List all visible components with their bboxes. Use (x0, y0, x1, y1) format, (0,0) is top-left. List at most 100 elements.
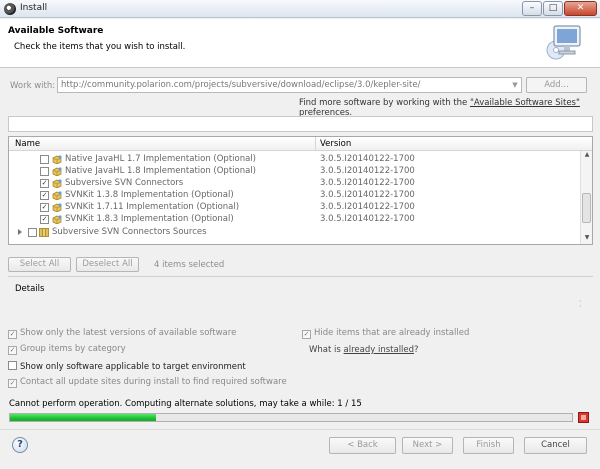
table-header: Name Version (9, 137, 592, 151)
wizard-banner: Available Software Check the items that … (0, 19, 600, 68)
column-divider (315, 137, 316, 151)
table-row[interactable]: ✓ Subversive SVN Connectors 3.0.5.I2014012… (9, 177, 580, 189)
row-version: 3.0.5.I20140122-1700 (320, 154, 415, 164)
applicable-only-label: Show only software applicable to target … (20, 362, 246, 372)
applicable-only-option[interactable]: Show only software applicable to target … (8, 361, 246, 373)
status-message: Cannot perform operation. Computing alte… (9, 399, 362, 409)
table-row[interactable]: Native JavaHL 1.8 Implementation (Option… (9, 165, 580, 177)
find-more-text: Find more software by working with the "… (299, 98, 600, 118)
details-area (8, 296, 593, 320)
maximize-icon: □ (548, 3, 558, 13)
title-bar (0, 0, 600, 18)
hide-installed-label: Hide items that are already installed (314, 328, 470, 338)
row-version: 3.0.5.I20140122-1700 (320, 166, 415, 176)
scroll-up-icon[interactable]: ▲ (581, 151, 592, 161)
scroll-down-icon[interactable]: ▼ (581, 234, 592, 244)
category-icon (39, 228, 49, 237)
row-version: 3.0.5.I20140122-1700 (320, 214, 415, 224)
progress-fill (10, 414, 157, 421)
find-more-prefix: Find more software by working with the (299, 98, 470, 108)
group-by-category-option[interactable]: ✓ Group items by category (8, 344, 126, 356)
add-site-button[interactable]: Add... (526, 77, 587, 93)
group-by-category-label: Group items by category (20, 344, 126, 354)
minimize-icon: – (529, 3, 535, 13)
what-installed-prefix: What is (309, 345, 344, 355)
plugin-icon (52, 191, 62, 200)
items-selected-count: 4 items selected (154, 260, 225, 270)
column-version-header[interactable]: Version (320, 139, 351, 149)
row-name: Native JavaHL 1.7 Implementation (Option… (65, 154, 256, 164)
table-row[interactable]: Native JavaHL 1.7 Implementation (Option… (9, 153, 580, 165)
row-version: 3.0.5.I20140122-1700 (320, 178, 415, 188)
row-name: Subversive SVN Connectors (65, 178, 184, 188)
category-row-sources[interactable]: Subversive SVN Connectors Sources (9, 226, 580, 238)
row-version: 3.0.5.I20140122-1700 (320, 202, 415, 212)
plugin-icon (52, 179, 62, 188)
button-bar-divider (0, 429, 600, 430)
row-checkbox[interactable]: ✓ (40, 215, 49, 224)
row-checkbox[interactable]: ✓ (40, 203, 49, 212)
plugin-icon (52, 167, 62, 176)
contact-sites-checkbox[interactable]: ✓ (8, 379, 17, 388)
group-by-category-checkbox[interactable]: ✓ (8, 346, 17, 355)
page-description: Check the items that you wish to install… (14, 42, 186, 52)
expand-arrow-icon[interactable] (18, 229, 22, 235)
table-scrollbar[interactable]: ▲ ▼ (580, 151, 592, 244)
work-with-label: Work with: (10, 81, 56, 91)
row-checkbox[interactable] (40, 167, 49, 176)
details-label: Details (15, 284, 45, 294)
hide-installed-checkbox[interactable]: ✓ (302, 330, 311, 339)
show-latest-checkbox[interactable]: ✓ (8, 330, 17, 339)
row-name: SVNKit 1.8.3 Implementation (Optional) (65, 214, 234, 224)
table-row[interactable]: ✓ SVNKit 1.3.8 Implementation (Optional) 3… (9, 189, 580, 201)
select-all-button[interactable]: Select All (8, 257, 71, 272)
deselect-all-button[interactable]: Deselect All (76, 257, 139, 272)
cancel-button[interactable]: Cancel (524, 437, 587, 454)
chevron-down-icon[interactable]: ▼ (509, 78, 521, 92)
filter-input[interactable] (8, 116, 593, 132)
next-button[interactable]: Next > (402, 437, 453, 454)
install-wizard-icon (546, 25, 581, 60)
stop-button[interactable] (578, 412, 589, 423)
column-name-header[interactable]: Name (15, 139, 40, 149)
contact-sites-label: Contact all update sites during install … (20, 377, 287, 387)
already-installed-link[interactable]: already installed (344, 345, 415, 355)
scroll-thumb[interactable] (582, 193, 591, 223)
row-checkbox[interactable] (40, 155, 49, 164)
close-icon: ✕ (576, 3, 585, 13)
show-latest-label: Show only the latest versions of availab… (20, 328, 237, 338)
more-icon[interactable]: · · (579, 298, 582, 311)
software-table: Name Version Native JavaHL 1.7 Implement… (8, 136, 593, 245)
plugin-icon (52, 215, 62, 224)
what-installed-text: What is already installed? (309, 345, 419, 355)
window-title: Install (20, 3, 48, 13)
help-button[interactable]: ? (12, 437, 28, 453)
stop-icon (581, 415, 586, 420)
table-row[interactable]: ✓ SVNKit 1.8.3 Implementation (Optional) 3… (9, 213, 580, 225)
finish-button[interactable]: Finish (463, 437, 514, 454)
close-button[interactable]: ✕ (564, 1, 597, 16)
contact-sites-option[interactable]: ✓ Contact all update sites during install… (8, 377, 287, 389)
row-checkbox[interactable]: ✓ (40, 191, 49, 200)
progress-bar (9, 413, 573, 422)
plugin-icon (52, 155, 62, 164)
eclipse-icon (4, 3, 16, 15)
category-checkbox[interactable] (28, 228, 37, 237)
available-software-sites-link[interactable]: "Available Software Sites" (470, 98, 580, 108)
details-divider (8, 276, 593, 277)
table-row[interactable]: ✓ SVNKit 1.7.11 Implementation (Optional)… (9, 201, 580, 213)
maximize-button[interactable]: □ (543, 1, 563, 16)
applicable-only-checkbox[interactable] (8, 361, 17, 370)
row-name: SVNKit 1.7.11 Implementation (Optional) (65, 202, 240, 212)
minimize-button[interactable]: – (522, 1, 542, 16)
show-latest-option[interactable]: ✓ Show only the latest versions of availa… (8, 328, 236, 340)
back-button[interactable]: < Back (329, 437, 396, 454)
row-checkbox[interactable]: ✓ (40, 179, 49, 188)
row-name: Native JavaHL 1.8 Implementation (Option… (65, 166, 256, 176)
category-name: Subversive SVN Connectors Sources (52, 227, 207, 237)
work-with-combo[interactable]: http://community.polarion.com/projects/s… (57, 77, 522, 93)
what-installed-suffix: ? (414, 345, 419, 355)
clear-filter-icon[interactable] (577, 119, 589, 129)
row-version: 3.0.5.I20140122-1700 (320, 190, 415, 200)
hide-installed-option[interactable]: ✓ Hide items that are already installed (302, 328, 469, 340)
